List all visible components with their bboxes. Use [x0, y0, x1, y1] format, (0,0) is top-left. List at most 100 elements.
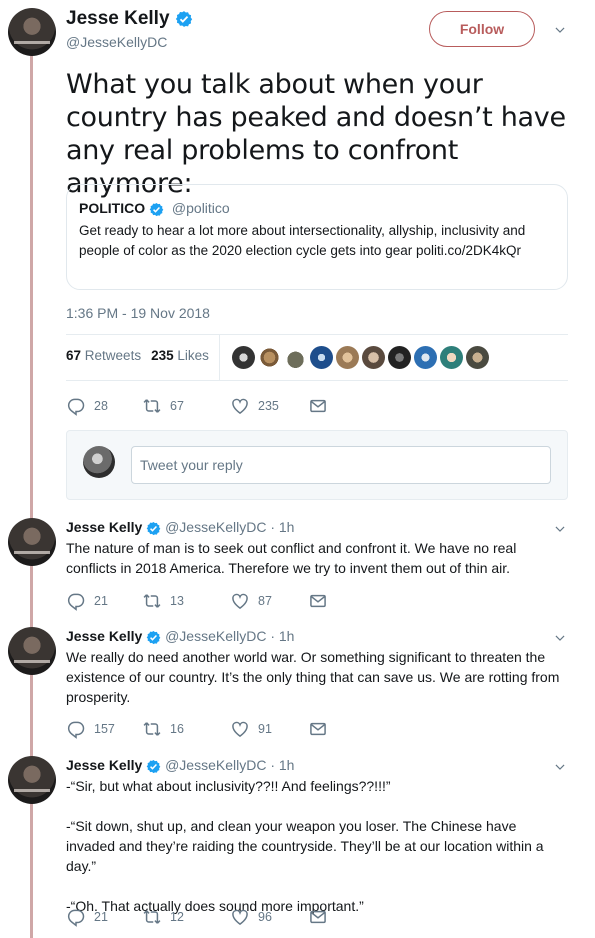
avatar[interactable]: [8, 756, 56, 804]
avatar[interactable]: [8, 518, 56, 566]
quoted-author-handle: @politico: [171, 200, 230, 216]
tweet-actions: 28 67 235: [66, 396, 328, 416]
chevron-down-icon[interactable]: [553, 631, 567, 645]
like-button[interactable]: 96: [230, 907, 308, 927]
tweet-timestamp[interactable]: 1:36 PM - 19 Nov 2018: [66, 305, 210, 321]
reply-count: 21: [94, 594, 108, 608]
reply-text-line: -“Sir, but what about inclusivity??!! An…: [66, 778, 391, 794]
liker-avatar[interactable]: [310, 346, 333, 369]
divider: [66, 334, 568, 335]
verified-badge-icon: [146, 759, 161, 774]
reply-header: Jesse Kelly @JesseKellyDC · 1h: [66, 519, 294, 536]
quoted-author-name: POLITICO: [79, 200, 146, 216]
reply-count: 28: [94, 399, 108, 413]
retweets-stat[interactable]: 67 Retweets: [66, 348, 141, 363]
like-button[interactable]: 87: [230, 591, 308, 611]
retweet-count: 67: [170, 399, 184, 413]
retweet-icon: [142, 719, 162, 739]
like-count: 91: [258, 722, 272, 736]
reply-time[interactable]: · 1h: [270, 519, 294, 535]
tweet-actions: 157 16 91: [66, 719, 328, 739]
current-user-avatar: [83, 446, 115, 478]
reply-button[interactable]: 21: [66, 907, 142, 927]
tweet-actions: 21 12 96: [66, 907, 328, 927]
reply-icon: [66, 907, 86, 927]
liker-avatar[interactable]: [362, 346, 385, 369]
reply-composer: Tweet your reply: [66, 430, 568, 500]
verified-badge-icon: [146, 521, 161, 536]
verified-badge-icon: [149, 202, 164, 217]
reply-count: 157: [94, 722, 115, 736]
reply-icon: [66, 396, 86, 416]
reply-time[interactable]: · 1h: [270, 757, 294, 773]
follow-button[interactable]: Follow: [429, 11, 535, 47]
author-handle[interactable]: @JesseKellyDC: [66, 34, 167, 50]
reply-text-line: We really do need another world war. Or …: [66, 649, 560, 705]
liker-avatar[interactable]: [440, 346, 463, 369]
retweet-count: 13: [170, 594, 184, 608]
direct-message-button[interactable]: [308, 719, 328, 739]
like-button[interactable]: 91: [230, 719, 308, 739]
liker-avatar[interactable]: [336, 346, 359, 369]
author-handle[interactable]: @JesseKellyDC: [165, 757, 266, 773]
direct-message-button[interactable]: [308, 396, 328, 416]
liker-avatar[interactable]: [414, 346, 437, 369]
mail-icon: [308, 591, 328, 611]
author-handle[interactable]: @JesseKellyDC: [165, 519, 266, 535]
likes-count: 235: [151, 348, 174, 363]
reply-header: Jesse Kelly @JesseKellyDC · 1h: [66, 757, 294, 774]
liker-avatar[interactable]: [232, 346, 255, 369]
tweet-text: What you talk about when your country ha…: [66, 69, 566, 199]
like-button[interactable]: 235: [230, 396, 308, 416]
liker-avatar[interactable]: [258, 346, 281, 369]
like-count: 235: [258, 399, 279, 413]
liker-avatars: [232, 346, 489, 369]
author-name[interactable]: Jesse Kelly: [66, 8, 193, 30]
reply-button[interactable]: 21: [66, 591, 142, 611]
retweet-icon: [142, 396, 162, 416]
quoted-tweet[interactable]: POLITICO @politico Get ready to hear a l…: [66, 184, 568, 290]
mail-icon: [308, 396, 328, 416]
like-count: 87: [258, 594, 272, 608]
mail-icon: [308, 719, 328, 739]
reply-button[interactable]: 157: [66, 719, 142, 739]
reply-header: Jesse Kelly @JesseKellyDC · 1h: [66, 628, 294, 645]
reply-time[interactable]: · 1h: [270, 628, 294, 644]
reply-text: -“Sir, but what about inclusivity??!! An…: [66, 776, 568, 916]
heart-icon: [230, 719, 250, 739]
chevron-down-icon[interactable]: [553, 522, 567, 536]
author-handle[interactable]: @JesseKellyDC: [165, 628, 266, 644]
retweet-button[interactable]: 16: [142, 719, 230, 739]
author-name[interactable]: Jesse Kelly: [66, 519, 142, 535]
author-name[interactable]: Jesse Kelly: [66, 628, 142, 644]
retweet-button[interactable]: 13: [142, 591, 230, 611]
reply-text: The nature of man is to seek out conflic…: [66, 538, 568, 578]
reply-count: 21: [94, 910, 108, 924]
liker-avatar[interactable]: [284, 346, 307, 369]
retweet-count: 16: [170, 722, 184, 736]
liker-avatar[interactable]: [466, 346, 489, 369]
retweet-button[interactable]: 67: [142, 396, 230, 416]
retweet-icon: [142, 591, 162, 611]
author-name[interactable]: Jesse Kelly: [66, 757, 142, 773]
avatar[interactable]: [8, 627, 56, 675]
direct-message-button[interactable]: [308, 591, 328, 611]
author-name-text[interactable]: Jesse Kelly: [66, 8, 170, 29]
retweet-button[interactable]: 12: [142, 907, 230, 927]
chevron-down-icon[interactable]: [553, 23, 567, 37]
reply-input[interactable]: Tweet your reply: [131, 446, 551, 484]
reply-icon: [66, 591, 86, 611]
liker-avatar[interactable]: [388, 346, 411, 369]
likes-stat[interactable]: 235 Likes: [151, 348, 209, 363]
engagement-stats: 67 Retweets 235 Likes: [66, 348, 209, 363]
direct-message-button[interactable]: [308, 907, 328, 927]
divider: [219, 335, 220, 380]
avatar[interactable]: [8, 8, 56, 56]
quoted-tweet-text: Get ready to hear a lot more about inter…: [79, 223, 526, 258]
retweets-label: Retweets: [84, 348, 142, 363]
mail-icon: [308, 907, 328, 927]
chevron-down-icon[interactable]: [553, 760, 567, 774]
retweet-count: 12: [170, 910, 184, 924]
divider: [66, 380, 568, 381]
reply-button[interactable]: 28: [66, 396, 142, 416]
